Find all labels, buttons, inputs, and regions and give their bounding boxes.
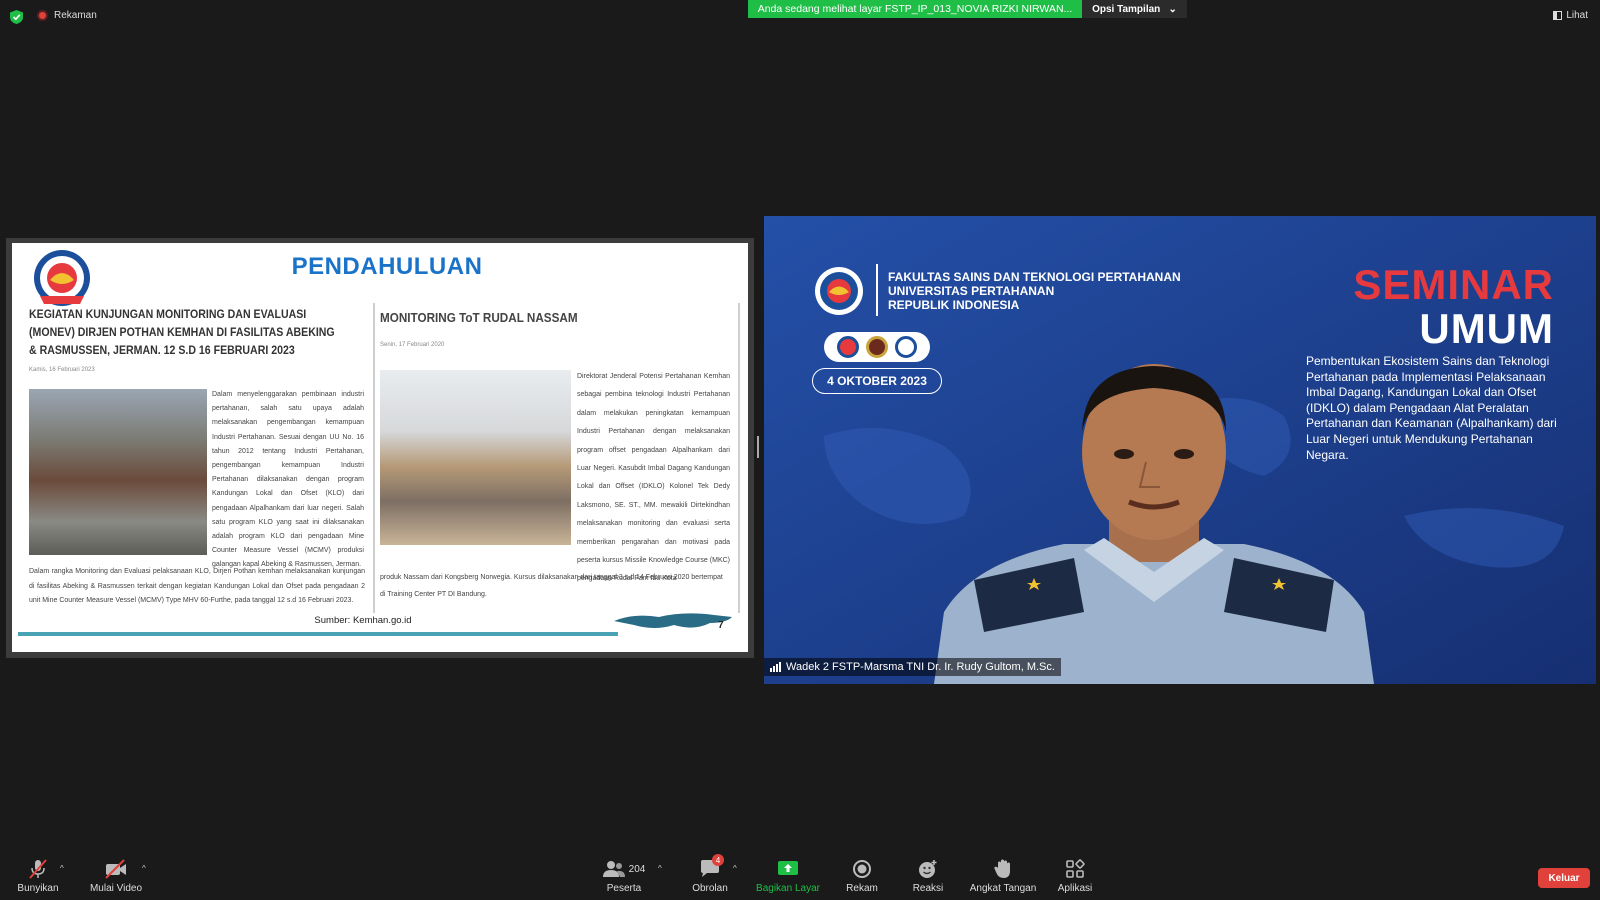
universitas-pertahanan-logo (34, 250, 90, 306)
institution-line-2: UNIVERSITAS PERTAHANAN (888, 284, 1055, 298)
record-button[interactable]: Rekam (840, 858, 884, 894)
record-icon (853, 860, 871, 878)
share-banner-text: Anda sedang melihat layar FSTP_IP_013_NO… (757, 3, 1073, 15)
article2-title: MONITORING ToT RUDAL NASSAM (380, 310, 578, 325)
audio-options-caret-icon[interactable]: ^ (60, 864, 64, 873)
umum-heading: UMUM (1419, 305, 1554, 352)
apps-grid-icon (1066, 859, 1085, 878)
chat-unread-badge: 4 (712, 854, 724, 866)
view-button[interactable]: Lihat (1553, 10, 1588, 21)
share-screen-label: Bagikan Layar (756, 883, 820, 894)
raise-hand-icon (994, 859, 1010, 878)
article1-title: KEGIATAN KUNJUNGAN MONITORING DAN EVALUA… (29, 309, 335, 357)
slide-page-number: 7 (718, 620, 724, 631)
source-text: Sumber: Kemhan.go.id (314, 615, 412, 626)
institution-line-3: REPUBLIK INDONESIA (888, 298, 1020, 312)
unhan-emblem-icon (837, 336, 860, 358)
institution-line-1: FAKULTAS SAINS DAN TEKNOLOGI PERTAHANAN (888, 270, 1181, 284)
view-layout-icon (1553, 11, 1563, 20)
column-border (738, 303, 740, 613)
signal-strength-icon (770, 662, 781, 672)
presentation-slide: PENDAHULUAN KEGIATAN KUNJUNGAN MONITORIN… (12, 243, 748, 652)
leave-meeting-button[interactable]: Keluar (1538, 868, 1590, 888)
article1-side-text: Dalam menyelenggarakan pembinaan industr… (212, 391, 364, 569)
microphone-muted-icon (29, 859, 47, 879)
map-silhouette-decoration (614, 613, 732, 628)
chevron-down-icon: ⌄ (1168, 3, 1177, 15)
article2-side-text: Direktorat Jenderal Potensi Pertahanan K… (577, 373, 730, 583)
article2-photo (380, 370, 571, 545)
split-resize-handle[interactable] (757, 436, 759, 458)
reactions-button[interactable]: Reaksi (906, 858, 950, 894)
raise-hand-button[interactable]: Angkat Tangan (968, 858, 1038, 894)
participants-label: Peserta (606, 883, 642, 894)
video-options-caret-icon[interactable]: ^ (142, 864, 146, 873)
chat-label: Obrolan (692, 883, 728, 894)
article1-date: Kamis, 16 Februari 2023 (29, 367, 95, 373)
partner-emblem-icon (894, 336, 917, 358)
video-camera-off-icon (105, 859, 126, 879)
reactions-label: Reaksi (912, 883, 944, 894)
chat-options-caret-icon[interactable]: ^ (733, 864, 737, 873)
screen-share-banner: Anda sedang melihat layar FSTP_IP_013_NO… (748, 0, 1082, 18)
view-options-button[interactable]: Opsi Tampilan ⌄ (1082, 0, 1187, 18)
security-shield-icon[interactable] (10, 10, 23, 24)
article2-bottom-text: produk Nassam dari Kongsberg Norwegia. K… (380, 574, 723, 598)
slide-footer-line (18, 632, 618, 636)
raise-hand-label: Angkat Tangan (969, 883, 1037, 894)
slide-title: PENDAHULUAN (291, 253, 483, 280)
participants-button[interactable]: 204 Peserta (598, 858, 650, 894)
chat-button[interactable]: 4 Obrolan (688, 854, 732, 894)
recording-indicator[interactable]: Rekaman (37, 10, 97, 21)
start-video-label: Mulai Video (89, 883, 143, 894)
column-divider (373, 303, 375, 613)
share-screen-button[interactable]: Bagikan Layar (756, 858, 820, 894)
shared-screen-panel: PENDAHULUAN KEGIATAN KUNJUNGAN MONITORIN… (6, 238, 754, 658)
unmute-label: Bunyikan (17, 883, 59, 894)
meeting-toolbar: Bunyikan ^ Mulai Video ^ 204 Peserta ^ 4… (0, 846, 1600, 900)
participant-name-tag: Wadek 2 FSTP-Marsma TNI Dr. Ir. Rudy Gul… (764, 658, 1061, 676)
participants-icon (602, 861, 625, 877)
apps-label: Aplikasi (1057, 883, 1093, 894)
fakultas-logo (815, 267, 863, 315)
speaker-figure (934, 364, 1374, 684)
participants-count: 204 (628, 863, 646, 875)
participant-name: Wadek 2 FSTP-Marsma TNI Dr. Ir. Rudy Gul… (786, 661, 1055, 673)
article2-date: Senin, 17 Februari 2020 (380, 342, 445, 348)
record-dot-icon (37, 10, 48, 21)
view-label: Lihat (1566, 10, 1588, 21)
top-bar: Rekaman Anda sedang melihat layar FSTP_I… (0, 0, 1600, 34)
emoji-reaction-icon (919, 860, 937, 878)
kemhan-emblem-icon (865, 336, 888, 358)
view-options-label: Opsi Tampilan (1092, 3, 1161, 15)
event-date-badge: 4 OKTOBER 2023 (812, 368, 942, 394)
institution-name: FAKULTAS SAINS DAN TEKNOLOGI PERTAHANAN … (888, 270, 1181, 312)
start-video-button[interactable]: Mulai Video (86, 858, 146, 894)
event-date: 4 OKTOBER 2023 (827, 374, 927, 388)
partner-logos (824, 332, 930, 362)
recording-label: Rekaman (54, 10, 97, 21)
participants-options-caret-icon[interactable]: ^ (658, 864, 662, 873)
apps-button[interactable]: Aplikasi (1052, 858, 1098, 894)
speaker-video-tile[interactable]: FAKULTAS SAINS DAN TEKNOLOGI PERTAHANAN … (764, 216, 1596, 684)
leave-label: Keluar (1548, 872, 1580, 884)
header-separator (876, 264, 878, 316)
share-screen-icon (778, 861, 798, 875)
unmute-button[interactable]: Bunyikan (16, 858, 60, 894)
seminar-heading: SEMINAR (1353, 261, 1554, 308)
article1-bottom-text: Dalam rangka Monitoring dan Evaluasi pel… (29, 568, 365, 604)
record-label: Rekam (846, 883, 878, 894)
article1-photo (29, 389, 207, 555)
